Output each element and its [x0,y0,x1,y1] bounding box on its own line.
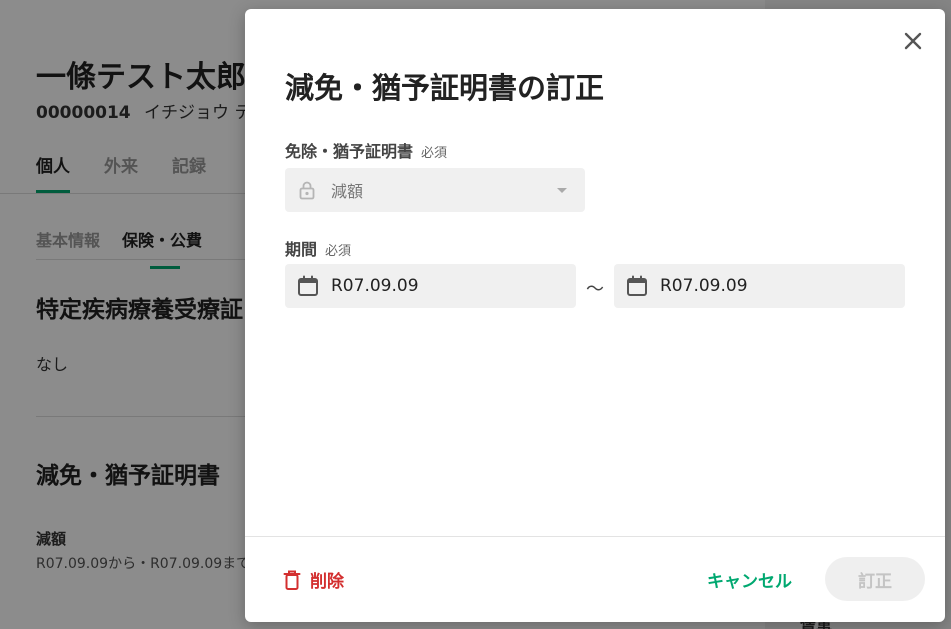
trash-icon [283,570,301,590]
start-date-value: R07.09.09 [331,276,419,296]
lock-icon [299,181,315,200]
cancel-button[interactable]: キャンセル [707,567,792,592]
end-date-input[interactable]: R07.09.09 [614,264,905,308]
close-button[interactable] [901,29,925,53]
chevron-down-icon [557,187,567,193]
required-badge: 必須 [325,244,352,259]
certificate-field-label: 免除・猶予証明書 必須 [285,138,447,162]
certificate-select-value: 減額 [331,182,364,201]
certificate-label-text: 免除・猶予証明書 [285,142,414,161]
submit-correction-button[interactable]: 訂正 [825,557,925,601]
delete-button[interactable]: 削除 [283,567,344,592]
footer-divider [245,536,945,537]
end-date-value: R07.09.09 [660,276,748,296]
certificate-select[interactable]: 減額 [285,168,585,212]
calendar-icon [627,275,647,296]
dialog-title: 減免・猶予証明書の訂正 [285,71,605,105]
correction-dialog: 減免・猶予証明書の訂正 免除・猶予証明書 必須 減額 期間 必須 R07.09.09… [245,9,945,622]
start-date-input[interactable]: R07.09.09 [285,264,576,308]
period-separator: 〜 [586,279,604,300]
delete-label: 削除 [310,572,344,592]
period-field-label: 期間 必須 [285,236,351,260]
required-badge: 必須 [421,146,448,161]
calendar-icon [298,275,318,296]
close-icon [904,32,922,50]
period-label-text: 期間 [285,240,318,259]
